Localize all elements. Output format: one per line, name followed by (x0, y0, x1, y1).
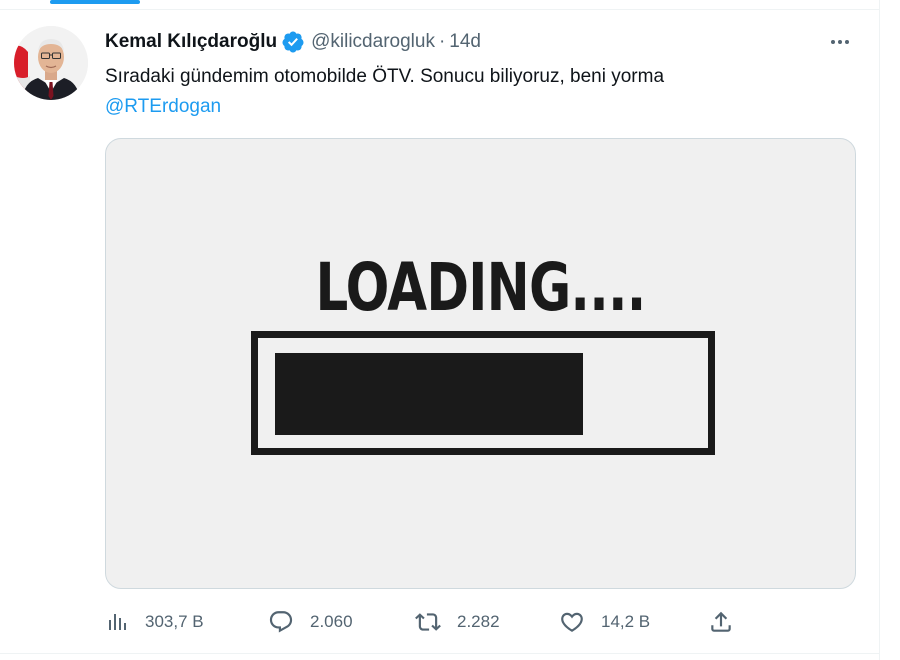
tweet-header: Kemal Kılıçdaroğlu @kilicdarogluk · 14d (105, 28, 481, 56)
replies-count: 2.060 (310, 612, 353, 631)
top-divider (0, 9, 880, 10)
author-handle[interactable]: @kilicdarogluk (311, 31, 435, 53)
more-options-button[interactable] (820, 28, 860, 56)
tweet-media-image[interactable]: LOADING.... (105, 138, 856, 589)
heart-icon (561, 612, 583, 632)
progress-bar-fill (275, 353, 583, 435)
speech-bubble-icon (269, 611, 293, 633)
loading-caption: LOADING.... (315, 249, 646, 326)
views-button[interactable]: 303,7 B (105, 606, 204, 638)
retweets-count: 2.282 (457, 612, 500, 631)
author-name[interactable]: Kemal Kılıçdaroğlu (105, 31, 277, 53)
share-upload-icon (711, 611, 731, 632)
avatar-photo (14, 26, 88, 100)
like-button[interactable]: 14,2 B (559, 606, 650, 638)
header-separator: · (438, 31, 446, 52)
views-count: 303,7 B (145, 612, 204, 631)
share-button[interactable] (708, 606, 734, 638)
tweet-timestamp[interactable]: 14d (449, 31, 481, 53)
tweet-text: Sıradaki gündemim otomobilde ÖTV. Sonucu… (105, 62, 865, 122)
tweet-action-bar: 303,7 B 2.060 2.282 14,2 B (105, 606, 865, 638)
reply-button[interactable]: 2.060 (268, 606, 353, 638)
analytics-bars-icon (109, 614, 126, 630)
column-border (879, 0, 880, 660)
verified-badge-icon[interactable] (281, 30, 305, 54)
more-dots-icon (831, 40, 849, 44)
bottom-divider (0, 653, 880, 654)
mention-link[interactable]: @RTErdogan (105, 96, 221, 117)
tweet-page: Kemal Kılıçdaroğlu @kilicdarogluk · 14d … (0, 0, 900, 660)
active-tab-indicator (50, 0, 140, 4)
retweet-button[interactable]: 2.282 (415, 606, 500, 638)
retweet-arrows-icon (415, 613, 441, 631)
avatar[interactable] (14, 26, 88, 100)
progress-bar-frame (251, 331, 715, 455)
tweet-body-text: Sıradaki gündemim otomobilde ÖTV. Sonucu… (105, 66, 665, 87)
likes-count: 14,2 B (601, 612, 651, 631)
